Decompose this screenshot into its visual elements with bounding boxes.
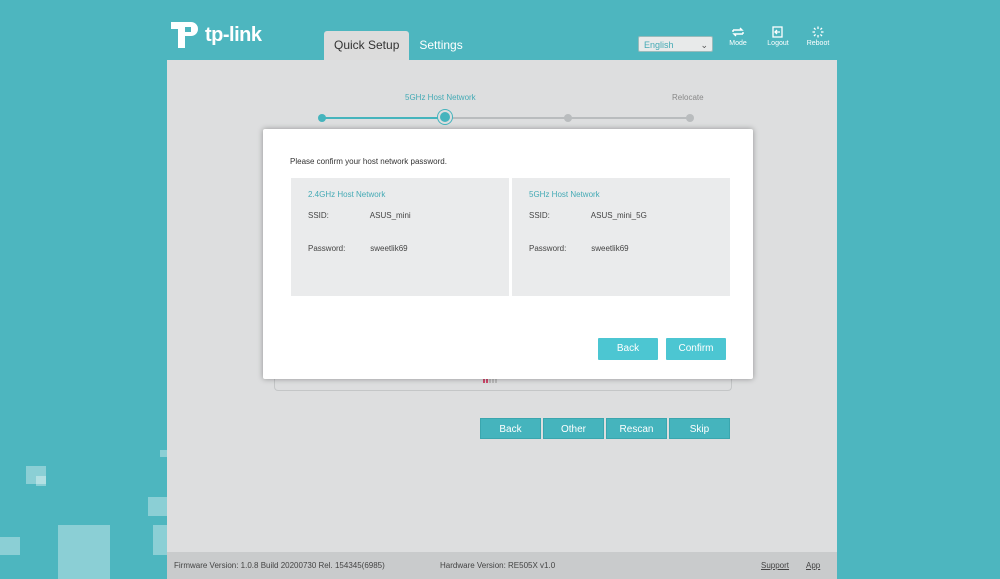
- network-card-title: 5GHz Host Network: [529, 190, 600, 199]
- password-value: sweetlik69: [370, 244, 408, 253]
- hardware-version: Hardware Version: RE505X v1.0: [440, 561, 556, 570]
- background-decoration: [160, 450, 167, 457]
- network-card-5ghz: 5GHz Host Network SSID: ASUS_mini_5G Pas…: [512, 178, 730, 296]
- ssid-row: SSID: ASUS_mini_5G: [529, 211, 647, 220]
- dialog-confirm-button[interactable]: Confirm: [666, 338, 726, 360]
- reboot-label: Reboot: [806, 40, 830, 47]
- reboot-icon: [812, 26, 824, 38]
- step-dot-3: [564, 114, 572, 122]
- ssid-value: ASUS_mini_5G: [590, 211, 647, 220]
- ssid-row: SSID: ASUS_mini: [308, 211, 411, 220]
- step-dot-4: [686, 114, 694, 122]
- password-label: Password:: [529, 244, 567, 253]
- firmware-version: Firmware Version: 1.0.8 Build 20200730 R…: [174, 561, 385, 570]
- network-card-title: 2.4GHz Host Network: [308, 190, 386, 199]
- mode-label: Mode: [729, 40, 747, 47]
- main-tabs: Quick Setup Settings: [324, 31, 473, 60]
- password-row: Password: sweetlik69: [529, 244, 629, 253]
- stepper-track-done: [322, 117, 445, 119]
- logout-label: Logout: [767, 40, 789, 47]
- logout-icon: [772, 26, 783, 38]
- dialog-back-button[interactable]: Back: [598, 338, 658, 360]
- password-label: Password:: [308, 244, 346, 253]
- language-select[interactable]: English ⌄: [638, 36, 713, 52]
- tp-link-logo-icon: [167, 18, 201, 52]
- network-card-2-4ghz: 2.4GHz Host Network SSID: ASUS_mini Pass…: [291, 178, 509, 296]
- password-row: Password: sweetlik69: [308, 244, 408, 253]
- brand-logo: tp-link: [167, 18, 262, 52]
- step-label-5ghz-host-network: 5GHz Host Network: [405, 93, 476, 102]
- brand-name: tp-link: [205, 23, 262, 46]
- chevron-down-icon: ⌄: [700, 40, 708, 50]
- background-decoration: [153, 525, 167, 555]
- background-decoration: [58, 525, 110, 579]
- password-value: sweetlik69: [591, 244, 629, 253]
- skip-button[interactable]: Skip: [669, 418, 730, 439]
- ssid-value: ASUS_mini: [369, 211, 411, 220]
- signal-strength-icon: [483, 379, 497, 383]
- tab-quick-setup[interactable]: Quick Setup: [324, 31, 410, 60]
- tab-settings[interactable]: Settings: [409, 31, 472, 60]
- rescan-button[interactable]: Rescan: [606, 418, 667, 439]
- background-decoration: [36, 476, 46, 486]
- app-link[interactable]: App: [806, 561, 820, 570]
- support-link[interactable]: Support: [761, 561, 789, 570]
- mode-button[interactable]: Mode: [718, 26, 758, 47]
- reboot-button[interactable]: Reboot: [798, 26, 838, 47]
- back-button[interactable]: Back: [480, 418, 541, 439]
- footer: Firmware Version: 1.0.8 Build 20200730 R…: [167, 552, 837, 579]
- confirm-password-dialog: Please confirm your host network passwor…: [263, 129, 753, 379]
- step-dot-1: [318, 114, 326, 122]
- step-label-relocate: Relocate: [672, 93, 704, 102]
- mode-icon: [732, 27, 744, 37]
- ssid-label: SSID:: [308, 211, 329, 220]
- logout-button[interactable]: Logout: [758, 26, 798, 47]
- other-button[interactable]: Other: [543, 418, 604, 439]
- ssid-label: SSID:: [529, 211, 550, 220]
- language-selected: English: [644, 40, 674, 50]
- dialog-message: Please confirm your host network passwor…: [290, 157, 447, 166]
- background-decoration: [148, 497, 167, 516]
- step-dot-2-current: [440, 112, 450, 122]
- background-decoration: [0, 537, 20, 555]
